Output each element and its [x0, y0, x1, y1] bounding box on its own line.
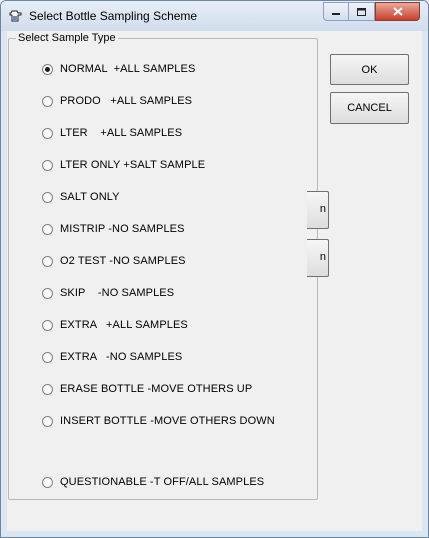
- radio-option-prodo[interactable]: PRODO +ALL SAMPLES: [42, 94, 192, 108]
- radio-option-insert-bottle[interactable]: INSERT BOTTLE -MOVE OTHERS DOWN: [42, 414, 275, 428]
- obscured-button-2[interactable]: n: [307, 239, 329, 277]
- radio-option-mistrip[interactable]: MISTRIP -NO SAMPLES: [42, 222, 185, 236]
- dialog-client-area: Select Sample Type NORMAL +ALL SAMPLES P…: [7, 31, 422, 531]
- radio-button[interactable]: [42, 383, 53, 395]
- option-label: SKIP -NO SAMPLES: [60, 287, 175, 299]
- option-label: EXTRA -NO SAMPLES: [60, 351, 183, 363]
- cancel-button[interactable]: CANCEL: [330, 92, 409, 124]
- option-label: ERASE BOTTLE -MOVE OTHERS UP: [60, 383, 253, 395]
- dialog-window: Select Bottle Sampling Scheme Select Sam…: [0, 0, 429, 538]
- close-button[interactable]: [375, 2, 420, 21]
- option-label: LTER ONLY +SALT SAMPLE: [60, 159, 206, 171]
- bottle-app-icon: [9, 10, 22, 22]
- option-label: EXTRA +ALL SAMPLES: [60, 319, 188, 331]
- radio-option-skip[interactable]: SKIP -NO SAMPLES: [42, 286, 174, 300]
- maximize-icon: [357, 7, 366, 16]
- obscured-button-2-label: n: [319, 251, 326, 263]
- radio-option-normal[interactable]: NORMAL +ALL SAMPLES: [42, 62, 195, 76]
- option-label: LTER +ALL SAMPLES: [60, 127, 183, 139]
- option-label: O2 TEST -NO SAMPLES: [60, 255, 186, 267]
- option-label: MISTRIP -NO SAMPLES: [60, 223, 185, 235]
- option-label: SALT ONLY: [60, 191, 120, 203]
- radio-button[interactable]: [42, 95, 53, 107]
- radio-button[interactable]: [42, 127, 53, 139]
- minimize-icon: [332, 12, 340, 15]
- radio-button[interactable]: [42, 191, 53, 203]
- cancel-button-label: CANCEL: [347, 102, 392, 114]
- radio-button[interactable]: [42, 63, 53, 75]
- radio-option-lter[interactable]: LTER +ALL SAMPLES: [42, 126, 182, 140]
- window-bottom-frame: [1, 531, 428, 537]
- radio-button[interactable]: [42, 159, 53, 171]
- option-label: NORMAL +ALL SAMPLES: [60, 63, 196, 75]
- radio-button[interactable]: [42, 255, 53, 267]
- radio-button[interactable]: [42, 319, 53, 331]
- ok-button-label: OK: [361, 63, 378, 76]
- radio-option-o2-test[interactable]: O2 TEST -NO SAMPLES: [42, 254, 186, 268]
- sample-type-group: Select Sample Type NORMAL +ALL SAMPLES P…: [8, 32, 318, 500]
- option-label: PRODO +ALL SAMPLES: [60, 95, 193, 107]
- radio-option-erase-bottle[interactable]: ERASE BOTTLE -MOVE OTHERS UP: [42, 382, 252, 396]
- obscured-button-1-label: n: [319, 203, 326, 215]
- title-bar[interactable]: Select Bottle Sampling Scheme: [1, 1, 428, 31]
- ok-button[interactable]: OK: [330, 54, 409, 85]
- close-icon: [392, 7, 403, 16]
- radio-selected-dot: [45, 66, 50, 72]
- radio-option-extra-all[interactable]: EXTRA +ALL SAMPLES: [42, 318, 188, 332]
- minimize-button[interactable]: [323, 2, 349, 21]
- option-label: INSERT BOTTLE -MOVE OTHERS DOWN: [60, 415, 275, 427]
- radio-button[interactable]: [42, 351, 53, 363]
- radio-option-salt-only[interactable]: SALT ONLY: [42, 190, 120, 204]
- option-label: QUESTIONABLE -T OFF/ALL SAMPLES: [60, 476, 265, 488]
- radio-button[interactable]: [42, 415, 53, 427]
- radio-option-extra-none[interactable]: EXTRA -NO SAMPLES: [42, 350, 182, 364]
- radio-button[interactable]: [42, 287, 53, 299]
- maximize-button[interactable]: [349, 2, 375, 21]
- radio-button[interactable]: [42, 223, 53, 235]
- radio-option-questionable[interactable]: QUESTIONABLE -T OFF/ALL SAMPLES: [42, 475, 264, 489]
- radio-option-lter-only[interactable]: LTER ONLY +SALT SAMPLE: [42, 158, 205, 172]
- radio-button[interactable]: [42, 476, 53, 488]
- group-label: Select Sample Type: [16, 32, 118, 45]
- obscured-button-1[interactable]: n: [307, 191, 329, 229]
- window-title: Select Bottle Sampling Scheme: [29, 9, 198, 23]
